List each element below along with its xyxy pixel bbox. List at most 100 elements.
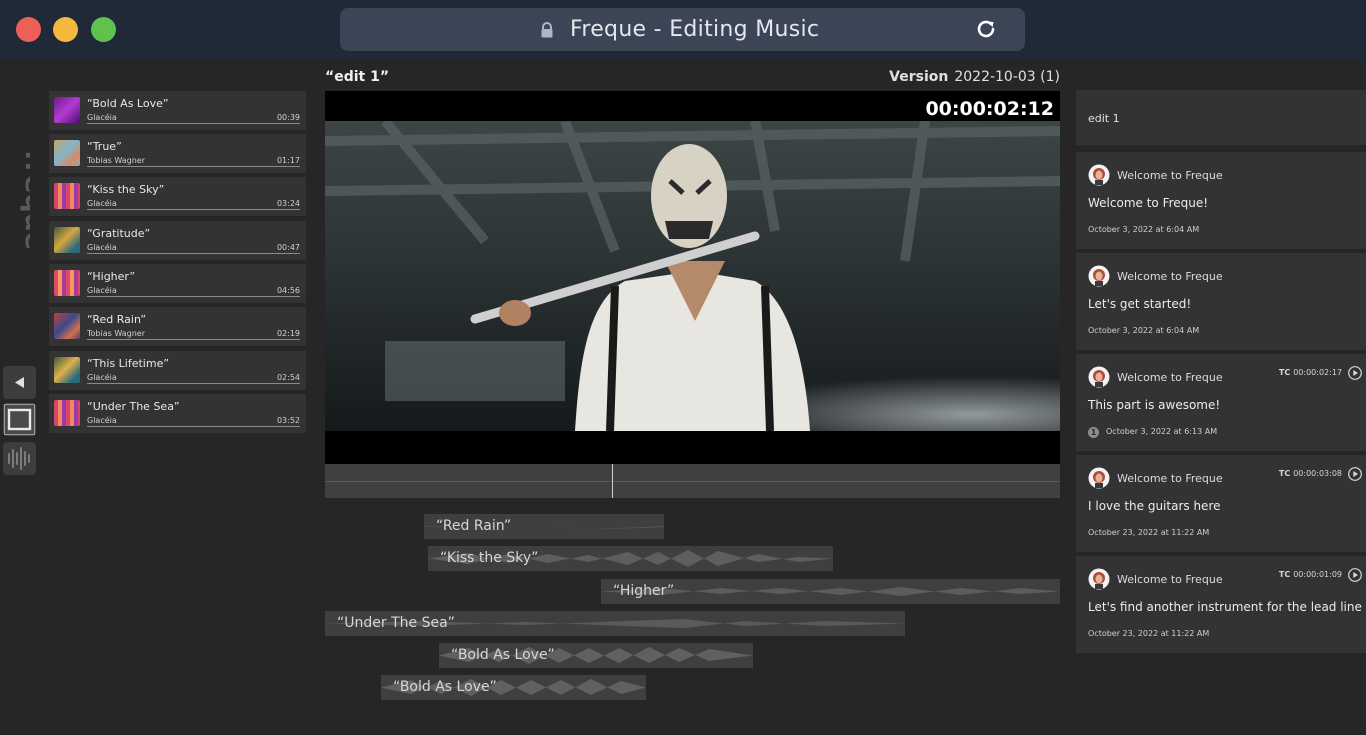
library-track[interactable]: “Kiss the Sky” Glacéia 03:24 bbox=[49, 177, 306, 216]
album-art bbox=[54, 400, 80, 426]
timecode-label: TC bbox=[1278, 368, 1291, 377]
track-duration: 02:54 bbox=[276, 373, 300, 382]
comment-author: Welcome to Freque bbox=[1117, 371, 1223, 384]
library-track[interactable]: “Under The Sea” Glacéia 03:52 bbox=[49, 394, 306, 433]
album-art bbox=[54, 313, 80, 339]
library-track[interactable]: “Red Rain” Tobias Wagner 02:19 bbox=[49, 307, 306, 346]
library-track[interactable]: “True” Tobias Wagner 01:17 bbox=[49, 134, 306, 173]
playhead[interactable] bbox=[612, 464, 613, 498]
video-view-button[interactable] bbox=[3, 403, 36, 436]
clip-name: “Under The Sea” bbox=[337, 615, 455, 631]
track-name: “Bold As Love” bbox=[87, 97, 169, 110]
track-name: “Red Rain” bbox=[87, 313, 147, 326]
track-progress bbox=[87, 339, 300, 340]
timeline-clip[interactable]: “Bold As Love” bbox=[439, 643, 753, 668]
comment-timecode[interactable]: TC 00:00:02:17 bbox=[1279, 368, 1342, 377]
play-icon[interactable] bbox=[1348, 366, 1362, 380]
album-art bbox=[54, 97, 80, 123]
track-artist: Glacéia bbox=[87, 373, 117, 382]
track-artist: Glacéia bbox=[87, 243, 117, 252]
version-label: Version bbox=[889, 69, 949, 85]
avatar bbox=[1088, 568, 1110, 590]
timecode-label: TC bbox=[1278, 469, 1291, 478]
comment-body: Welcome to Freque! bbox=[1088, 196, 1209, 210]
play-icon[interactable] bbox=[1348, 467, 1362, 481]
timecode-value: 00:00:01:09 bbox=[1293, 570, 1342, 579]
reply-count-badge[interactable]: 1 bbox=[1088, 427, 1099, 438]
svg-text:freque: freque bbox=[19, 150, 30, 250]
minimize-window-button[interactable] bbox=[53, 17, 78, 42]
timeline-clip[interactable]: “Red Rain” bbox=[424, 514, 664, 539]
close-window-button[interactable] bbox=[16, 17, 41, 42]
edit-header-card: edit 1 bbox=[1076, 90, 1366, 145]
window-titlebar: Freque - Editing Music bbox=[0, 0, 1366, 60]
comment-timecode[interactable]: TC 00:00:03:08 bbox=[1279, 469, 1342, 478]
comment-author: Welcome to Freque bbox=[1117, 573, 1223, 586]
clip-name: “Higher” bbox=[613, 583, 675, 599]
clip-name: “Bold As Love” bbox=[451, 647, 555, 663]
timeline-scrubber[interactable] bbox=[325, 464, 1060, 498]
library-track[interactable]: “Bold As Love” Glacéia 00:39 bbox=[49, 91, 306, 130]
triangle-left-icon bbox=[15, 377, 24, 388]
comment-card[interactable]: Welcome to Freque Welcome to Freque! Oct… bbox=[1076, 152, 1366, 249]
edit-title: “edit 1” bbox=[325, 69, 390, 85]
avatar bbox=[1088, 467, 1110, 489]
track-progress bbox=[87, 253, 300, 254]
clip-name: “Kiss the Sky” bbox=[440, 550, 539, 566]
video-frame bbox=[325, 121, 1060, 431]
play-icon[interactable] bbox=[1348, 568, 1362, 582]
comment-card[interactable]: Welcome to Freque TC 00:00:01:09 Let's fi… bbox=[1076, 556, 1366, 653]
track-artist: Tobias Wagner bbox=[87, 329, 145, 338]
comment-date: October 3, 2022 at 6:13 AM bbox=[1106, 427, 1218, 436]
track-name: “Gratitude” bbox=[87, 227, 151, 240]
comment-body: Let's find another instrument for the le… bbox=[1088, 600, 1362, 614]
track-duration: 03:52 bbox=[276, 416, 300, 425]
album-art bbox=[54, 270, 80, 296]
timeline-clip[interactable]: “Higher” bbox=[601, 579, 1060, 604]
maximize-window-button[interactable] bbox=[91, 17, 116, 42]
timeline-clip[interactable]: “Kiss the Sky” bbox=[428, 546, 833, 571]
waveform-icon bbox=[8, 447, 30, 470]
timecode-display: 00:00:02:12 bbox=[925, 98, 1054, 120]
track-progress bbox=[87, 209, 300, 210]
track-duration: 04:56 bbox=[276, 286, 300, 295]
clip-name: “Red Rain” bbox=[436, 518, 512, 534]
waveform-view-button[interactable] bbox=[3, 442, 36, 475]
timeline-clip[interactable]: “Bold As Love” bbox=[381, 675, 646, 700]
track-duration: 00:39 bbox=[276, 113, 300, 122]
library-track[interactable]: “Gratitude” Glacéia 00:47 bbox=[49, 221, 306, 260]
lock-icon bbox=[541, 22, 553, 38]
track-progress bbox=[87, 123, 300, 124]
comment-card[interactable]: Welcome to Freque Let's get started! Oct… bbox=[1076, 253, 1366, 350]
version-value: 2022-10-03 (1) bbox=[954, 69, 1060, 85]
scrubber-track bbox=[325, 481, 1060, 482]
track-name: “Under The Sea” bbox=[87, 400, 180, 413]
album-art bbox=[54, 357, 80, 383]
library-track[interactable]: “Higher” Glacéia 04:56 bbox=[49, 264, 306, 303]
comment-date: October 23, 2022 at 11:22 AM bbox=[1088, 528, 1210, 537]
page-title: Freque - Editing Music bbox=[570, 17, 820, 42]
comment-date: October 3, 2022 at 6:04 AM bbox=[1088, 225, 1200, 234]
address-bar[interactable]: Freque - Editing Music bbox=[340, 8, 1025, 51]
comment-card[interactable]: Welcome to Freque TC 00:00:03:08 I love t… bbox=[1076, 455, 1366, 552]
timecode-label: TC bbox=[1278, 570, 1291, 579]
library-track[interactable]: “This Lifetime” Glacéia 02:54 bbox=[49, 351, 306, 390]
track-name: “True” bbox=[87, 140, 122, 153]
avatar bbox=[1088, 366, 1110, 388]
comment-body: This part is awesome! bbox=[1088, 398, 1221, 412]
video-player[interactable]: 00:00:02:12 bbox=[325, 91, 1060, 464]
track-artist: Glacéia bbox=[87, 199, 117, 208]
comment-date: October 3, 2022 at 6:04 AM bbox=[1088, 326, 1200, 335]
track-artist: Glacéia bbox=[87, 416, 117, 425]
track-progress bbox=[87, 166, 300, 167]
collapse-panel-button[interactable] bbox=[3, 366, 36, 399]
clip-name: “Bold As Love” bbox=[393, 679, 497, 695]
comment-card[interactable]: Welcome to Freque TC 00:00:02:17 This par… bbox=[1076, 354, 1366, 451]
version-info[interactable]: Version 2022-10-03 (1) bbox=[889, 69, 1060, 85]
avatar bbox=[1088, 164, 1110, 186]
comment-date: October 23, 2022 at 11:22 AM bbox=[1088, 629, 1210, 638]
track-name: “Higher” bbox=[87, 270, 136, 283]
reload-icon[interactable] bbox=[975, 18, 997, 40]
timeline-clip[interactable]: “Under The Sea” bbox=[325, 611, 905, 636]
comment-timecode[interactable]: TC 00:00:01:09 bbox=[1279, 570, 1342, 579]
